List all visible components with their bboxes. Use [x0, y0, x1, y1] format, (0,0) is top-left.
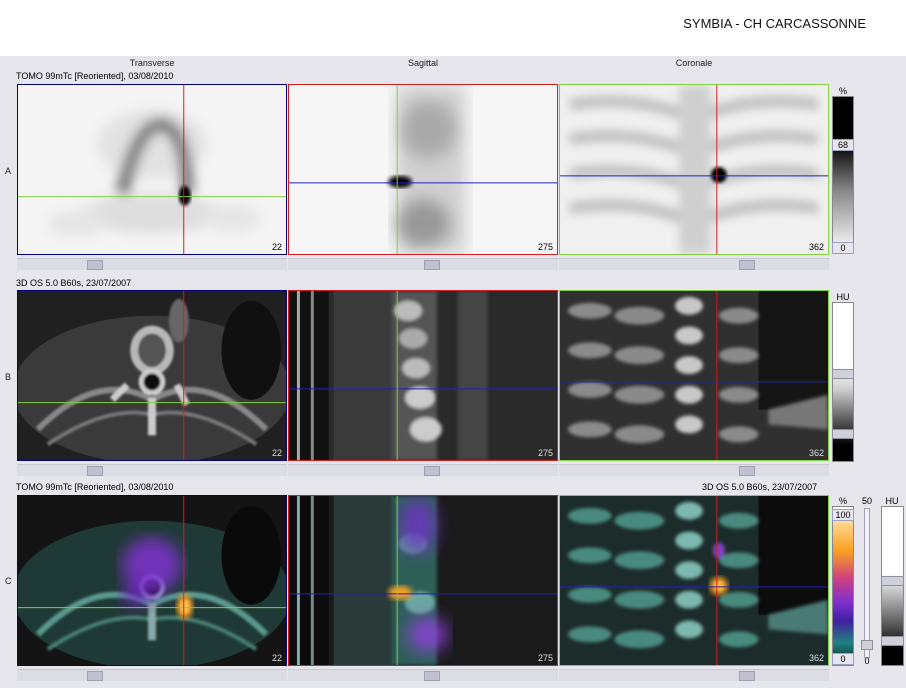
scroll-thumb[interactable]: [739, 466, 755, 476]
viewport-a-transverse[interactable]: 22: [17, 84, 287, 255]
scrollbar-b-transverse[interactable]: [17, 464, 287, 476]
colorbar-c-hu-unit: HU: [885, 496, 899, 506]
colorbar-b-upper-handle[interactable]: [832, 369, 854, 379]
fusion-slider-bottom-label: 0: [864, 656, 870, 666]
colorbar-c-ct-lower-handle[interactable]: [881, 636, 904, 646]
colorbar-c-unit: %: [838, 496, 847, 506]
column-header-sagittal: Sagittal: [407, 58, 439, 68]
scroll-thumb[interactable]: [424, 671, 440, 681]
scrollbar-a-sagittal[interactable]: [288, 258, 558, 270]
institution-title: SYMBIA - CH CARCASSONNE: [683, 16, 866, 31]
colorbar-a-top-value[interactable]: 68: [832, 139, 854, 151]
row-label-b: B: [5, 372, 12, 382]
colorbar-c-top-value[interactable]: 100: [832, 509, 854, 521]
colorbar-b-lower-handle[interactable]: [832, 429, 854, 439]
viewport-a-coronal[interactable]: 362: [559, 84, 829, 255]
viewport-b-transverse[interactable]: 22: [17, 290, 287, 461]
slice-number-a-sagittal: 275: [537, 242, 553, 252]
slice-number-c-coronal: 362: [808, 653, 824, 663]
scrollbar-c-coronal[interactable]: [559, 669, 829, 681]
scroll-thumb[interactable]: [87, 671, 103, 681]
scrollbar-a-coronal[interactable]: [559, 258, 829, 270]
scrollbar-b-sagittal[interactable]: [288, 464, 558, 476]
fusion-blend-slider[interactable]: [864, 508, 870, 658]
colorbar-a-gray: [832, 96, 854, 254]
slice-number-b-sagittal: 275: [537, 448, 553, 458]
series-label-row-b: 3D OS 5.0 B60s, 23/07/2007: [16, 278, 132, 288]
scrollbar-c-sagittal[interactable]: [288, 669, 558, 681]
viewport-c-coronal[interactable]: 362: [559, 495, 829, 666]
viewport-c-sagittal[interactable]: 275: [288, 495, 558, 666]
fusion-blend-handle[interactable]: [861, 640, 873, 650]
colorbar-a-unit: %: [838, 86, 847, 96]
scrollbar-a-transverse[interactable]: [17, 258, 287, 270]
colorbar-c-ct-upper-handle[interactable]: [881, 576, 904, 586]
scrollbar-c-transverse[interactable]: [17, 669, 287, 681]
series-label-row-a: TOMO 99mTc [Reoriented], 03/08/2010: [16, 71, 174, 81]
viewport-c-transverse[interactable]: 22: [17, 495, 287, 666]
colorbar-a-bottom-value[interactable]: 0: [832, 242, 854, 254]
scrollbar-b-coronal[interactable]: [559, 464, 829, 476]
colorbar-c-pet: [832, 506, 854, 666]
scroll-thumb[interactable]: [87, 260, 103, 270]
slice-number-a-coronal: 362: [808, 242, 824, 252]
viewport-b-sagittal[interactable]: 275: [288, 290, 558, 461]
row-label-c: C: [5, 576, 12, 586]
slice-number-b-transverse: 22: [271, 448, 282, 458]
scroll-thumb[interactable]: [424, 466, 440, 476]
slice-number-c-sagittal: 275: [537, 653, 553, 663]
fusion-slider-top-label: 50: [861, 496, 872, 506]
series-label-row-c-right: 3D OS 5.0 B60s, 23/07/2007: [702, 482, 818, 492]
scroll-thumb[interactable]: [87, 466, 103, 476]
scroll-thumb[interactable]: [739, 260, 755, 270]
column-header-transverse: Transverse: [129, 58, 175, 68]
colorbar-b-unit: HU: [836, 292, 850, 302]
scroll-thumb[interactable]: [739, 671, 755, 681]
viewport-b-coronal[interactable]: 362: [559, 290, 829, 461]
viewport-a-sagittal[interactable]: 275: [288, 84, 558, 255]
series-label-row-c-left: TOMO 99mTc [Reoriented], 03/08/2010: [16, 482, 174, 492]
scroll-thumb[interactable]: [424, 260, 440, 270]
app-header: SYMBIA - CH CARCASSONNE: [0, 0, 906, 56]
colorbar-c-bottom-value[interactable]: 0: [832, 653, 854, 665]
row-label-a: A: [5, 166, 12, 176]
slice-number-c-transverse: 22: [271, 653, 282, 663]
slice-number-a-transverse: 22: [271, 242, 282, 252]
slice-number-b-coronal: 362: [808, 448, 824, 458]
column-header-coronal: Coronale: [675, 58, 713, 68]
